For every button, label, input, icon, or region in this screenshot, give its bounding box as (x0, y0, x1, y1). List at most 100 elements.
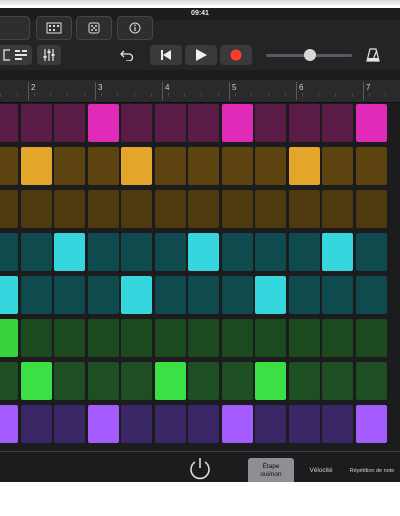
step-pad-on[interactable] (154, 362, 186, 400)
step-pad[interactable] (288, 319, 320, 357)
step-pad[interactable] (322, 362, 353, 400)
step-pad[interactable] (355, 147, 387, 185)
step-pad[interactable] (87, 147, 119, 185)
record-button[interactable] (220, 45, 252, 65)
pattern-button[interactable] (0, 16, 30, 40)
step-pad[interactable] (255, 104, 286, 142)
edit-rows-button[interactable] (36, 16, 72, 40)
step-pad-on[interactable] (20, 362, 52, 400)
step-pad[interactable] (87, 319, 119, 357)
step-pad[interactable] (288, 362, 320, 400)
step-pad[interactable] (221, 276, 253, 314)
step-pad[interactable] (255, 190, 286, 228)
step-pad[interactable] (322, 190, 353, 228)
step-pad[interactable] (121, 104, 152, 142)
go-to-beginning-button[interactable] (150, 45, 182, 65)
tracks-view-button[interactable] (10, 45, 32, 65)
step-pad[interactable] (322, 104, 353, 142)
step-pad-on[interactable] (87, 405, 119, 443)
step-pad-on[interactable] (20, 147, 52, 185)
step-pad[interactable] (255, 233, 286, 271)
step-pad-on[interactable] (221, 104, 253, 142)
step-pad[interactable] (355, 190, 387, 228)
step-pad[interactable] (255, 147, 286, 185)
step-pad[interactable] (288, 405, 320, 443)
step-pad-on[interactable] (255, 276, 286, 314)
step-pad-on[interactable] (355, 405, 387, 443)
step-pad[interactable] (355, 319, 387, 357)
step-pad[interactable] (288, 276, 320, 314)
step-pad[interactable] (188, 405, 219, 443)
segment-note-repeat[interactable]: Répétition de note (344, 458, 400, 482)
step-pad-on[interactable] (0, 405, 18, 443)
step-pad[interactable] (121, 190, 152, 228)
step-pad-on[interactable] (0, 319, 18, 357)
step-pad-on[interactable] (87, 104, 119, 142)
step-pad[interactable] (255, 405, 286, 443)
undo-button[interactable] (116, 46, 138, 64)
step-pad[interactable] (20, 104, 52, 142)
volume-slider-knob[interactable] (304, 49, 316, 61)
step-pad[interactable] (121, 319, 152, 357)
step-pad[interactable] (20, 233, 52, 271)
step-pad[interactable] (288, 190, 320, 228)
step-pad[interactable] (221, 233, 253, 271)
step-pad[interactable] (288, 104, 320, 142)
step-pad[interactable] (154, 104, 186, 142)
step-pad[interactable] (54, 362, 85, 400)
step-pad-on[interactable] (355, 104, 387, 142)
step-pad[interactable] (188, 190, 219, 228)
step-pad[interactable] (87, 233, 119, 271)
step-pad[interactable] (54, 147, 85, 185)
step-pad[interactable] (154, 233, 186, 271)
step-pad[interactable] (355, 276, 387, 314)
randomize-button[interactable] (76, 16, 112, 40)
step-pad[interactable] (188, 104, 219, 142)
step-pad[interactable] (20, 319, 52, 357)
segment-velocity[interactable]: Vélocité (296, 458, 346, 482)
step-pad[interactable] (221, 319, 253, 357)
step-pad[interactable] (322, 405, 353, 443)
step-pad[interactable] (154, 147, 186, 185)
step-pad[interactable] (355, 362, 387, 400)
info-button[interactable] (117, 16, 153, 40)
step-pad[interactable] (0, 190, 18, 228)
step-pad[interactable] (0, 104, 18, 142)
step-pad-on[interactable] (288, 147, 320, 185)
step-pad[interactable] (188, 362, 219, 400)
power-button[interactable] (186, 455, 214, 482)
step-pad-on[interactable] (322, 233, 353, 271)
step-pad[interactable] (87, 362, 119, 400)
step-pad[interactable] (355, 233, 387, 271)
step-pad[interactable] (54, 104, 85, 142)
step-pad[interactable] (154, 319, 186, 357)
step-pad[interactable] (221, 147, 253, 185)
step-pad[interactable] (154, 276, 186, 314)
step-pad[interactable] (188, 276, 219, 314)
step-pad[interactable] (54, 319, 85, 357)
step-pad[interactable] (20, 405, 52, 443)
step-pad-on[interactable] (121, 276, 152, 314)
step-pad[interactable] (20, 190, 52, 228)
step-pad[interactable] (221, 190, 253, 228)
step-pad-on[interactable] (54, 233, 85, 271)
step-pad[interactable] (20, 276, 52, 314)
step-pad[interactable] (255, 319, 286, 357)
metronome-button[interactable] (364, 46, 382, 64)
step-pad[interactable] (154, 190, 186, 228)
step-pad[interactable] (87, 190, 119, 228)
step-pad[interactable] (221, 362, 253, 400)
step-pad[interactable] (188, 319, 219, 357)
step-pad[interactable] (54, 276, 85, 314)
step-pad[interactable] (0, 233, 18, 271)
step-pad[interactable] (54, 405, 85, 443)
play-button[interactable] (185, 45, 217, 65)
step-pad[interactable] (87, 276, 119, 314)
step-pad[interactable] (322, 147, 353, 185)
step-pad[interactable] (288, 233, 320, 271)
step-pad-on[interactable] (221, 405, 253, 443)
step-pad[interactable] (121, 362, 152, 400)
timeline-ruler[interactable]: 2 3 4 5 6 7 (0, 80, 400, 103)
step-pad[interactable] (322, 276, 353, 314)
mixer-button[interactable] (37, 45, 61, 65)
